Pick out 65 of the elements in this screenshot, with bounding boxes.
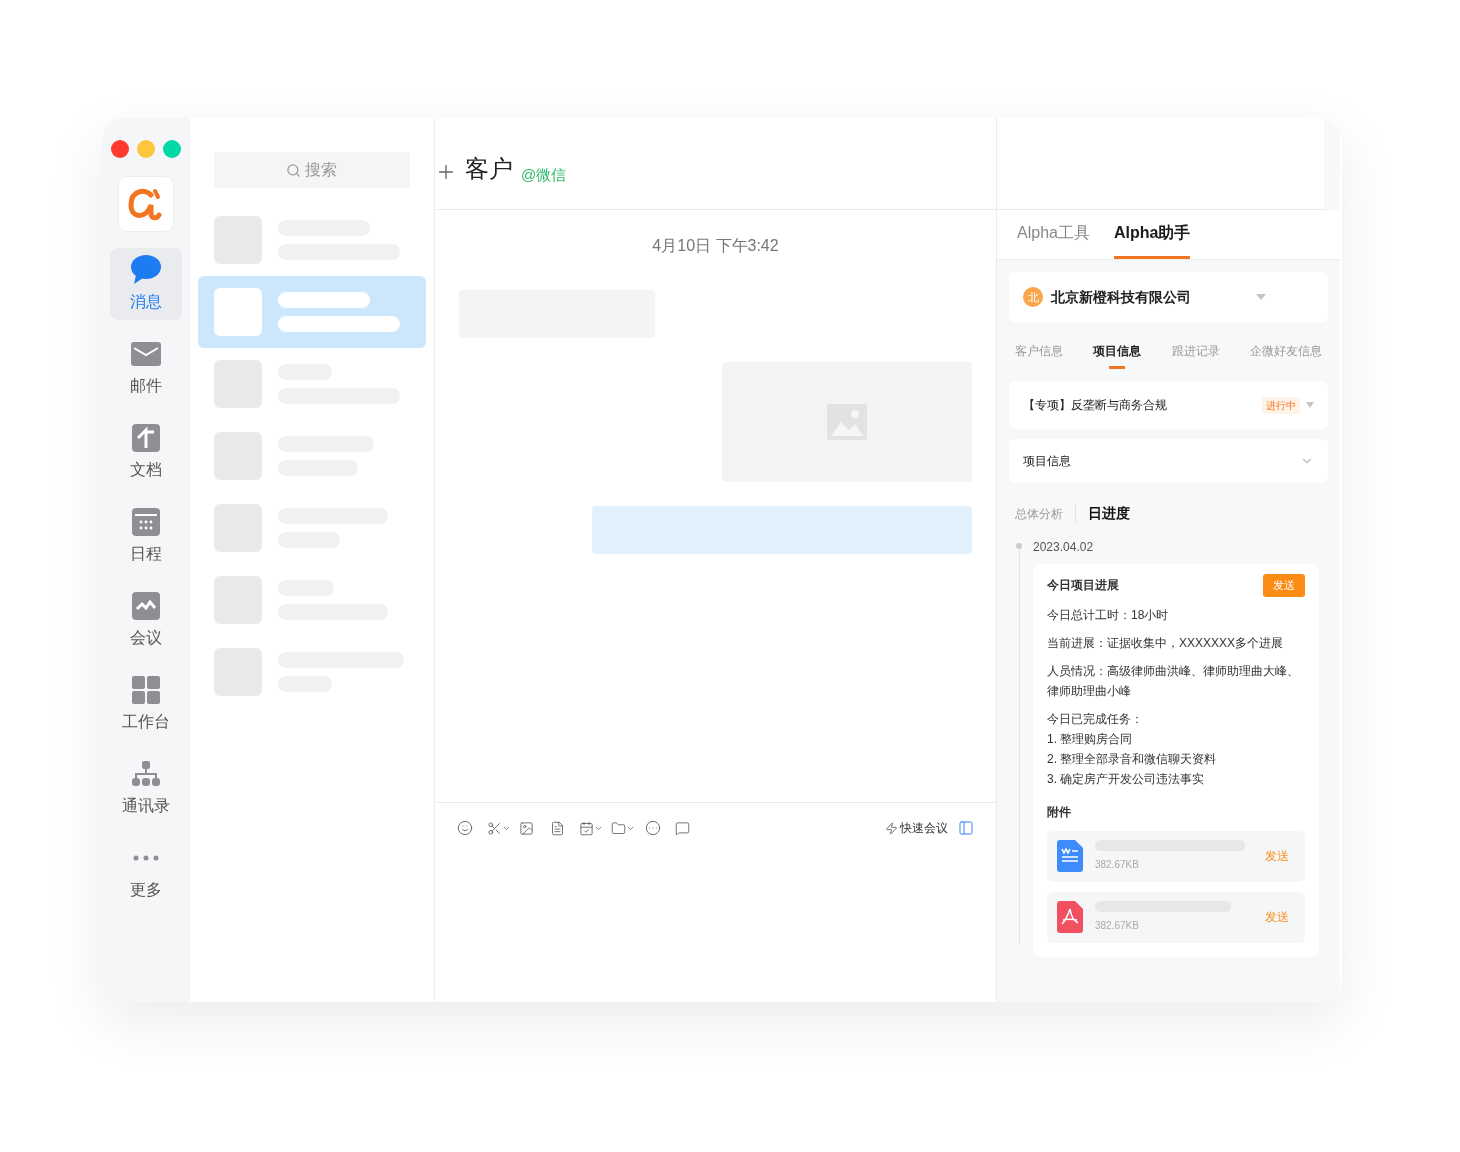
search-icon — [285, 162, 301, 178]
timeline-date: 2023.04.02 — [1033, 539, 1095, 556]
file-size: 382.67KB — [1095, 919, 1140, 933]
file-size: 382.67KB — [1095, 858, 1140, 872]
section-title: 项目信息 — [1023, 453, 1072, 470]
document-icon — [132, 424, 160, 452]
maximize-button[interactable] — [163, 140, 181, 158]
image-icon[interactable] — [519, 820, 534, 836]
company-avatar: 北 — [1023, 287, 1043, 307]
emoji-icon[interactable] — [457, 820, 473, 836]
company-selector[interactable]: 北 北京新橙科技有限公司 — [1009, 272, 1328, 322]
message-timestamp: 4月10日 下午3:42 — [652, 236, 779, 256]
report-line: 人员情况：高级律师曲洪峰、律师助理曲大峰、律师助理曲小峰 — [1047, 662, 1300, 700]
envelope-icon — [131, 342, 161, 366]
task-item: 3. 确定房产开发公司违法事实 — [1047, 770, 1206, 788]
more-icon — [133, 855, 159, 861]
chat-history-icon[interactable] — [675, 820, 690, 836]
nav-item[interactable]: 工作台 — [110, 668, 182, 740]
org-chart-icon — [132, 761, 160, 787]
view-tab[interactable]: 日进度 — [1075, 503, 1142, 524]
project-name: 【专项】反垄断与商务合规 — [1023, 397, 1168, 414]
pdf-file-icon — [1057, 901, 1083, 933]
note-icon[interactable] — [550, 820, 565, 836]
close-button[interactable] — [111, 140, 129, 158]
panel-tab[interactable]: Alpha助手 — [1113, 210, 1191, 259]
grid-icon — [132, 676, 160, 704]
nav-item[interactable]: 会议 — [110, 584, 182, 656]
chat-title: 客户 — [465, 154, 513, 184]
task-item: 2. 整理全部录音和微信聊天资料 — [1047, 750, 1218, 768]
section-header[interactable]: 项目信息 — [1009, 439, 1328, 483]
tasks-title: 今日已完成任务： — [1047, 710, 1144, 728]
search-input[interactable]: 搜索 — [304, 158, 339, 182]
company-name: 北京新橙科技有限公司 — [1051, 287, 1192, 307]
nav-item[interactable]: 日程 — [110, 500, 182, 572]
task-item: 1. 整理购房合同 — [1047, 730, 1134, 748]
search-field[interactable]: 搜索 — [214, 152, 410, 188]
attachments-title: 附件 — [1047, 803, 1072, 821]
calendar-icon — [132, 508, 160, 536]
source-tag: @微信 — [521, 163, 567, 186]
dropdown-caret-icon — [1306, 402, 1314, 408]
folder-icon[interactable] — [611, 820, 626, 836]
word-file-icon — [1057, 840, 1083, 872]
more-icon[interactable] — [645, 820, 661, 836]
report-line: 当前进展：证据收集中，XXXXXXX多个进展 — [1047, 634, 1285, 652]
nav-item[interactable]: 通讯录 — [110, 752, 182, 824]
scissors-icon[interactable] — [487, 820, 502, 836]
nav-item[interactable]: 更多 — [110, 836, 182, 908]
card-title: 今日项目进展 — [1047, 577, 1119, 595]
nav-item[interactable]: 文档 — [110, 416, 182, 488]
dropdown-caret-icon — [1256, 294, 1266, 300]
chat-bubble-icon — [130, 254, 162, 286]
quick-meeting-button[interactable]: 快速会议 — [885, 819, 948, 837]
info-tab[interactable]: 项目信息 — [1093, 342, 1142, 369]
report-line: 今日总计工时：18小时 — [1047, 606, 1170, 624]
alpha-logo-icon — [127, 187, 165, 221]
meeting-icon — [132, 592, 160, 620]
project-selector[interactable]: 【专项】反垄断与商务合规 进行中 — [1009, 381, 1328, 429]
calendar-check-icon[interactable] — [579, 820, 594, 836]
lightning-icon — [885, 821, 898, 835]
avatar-placeholder — [214, 288, 262, 336]
nav-item[interactable]: 邮件 — [110, 332, 182, 404]
status-badge: 进行中 — [1262, 396, 1300, 414]
nav-item[interactable]: 消息 — [110, 248, 182, 320]
panel-tab[interactable]: Alpha工具 — [1017, 210, 1090, 259]
side-panel-icon[interactable] — [958, 820, 974, 836]
